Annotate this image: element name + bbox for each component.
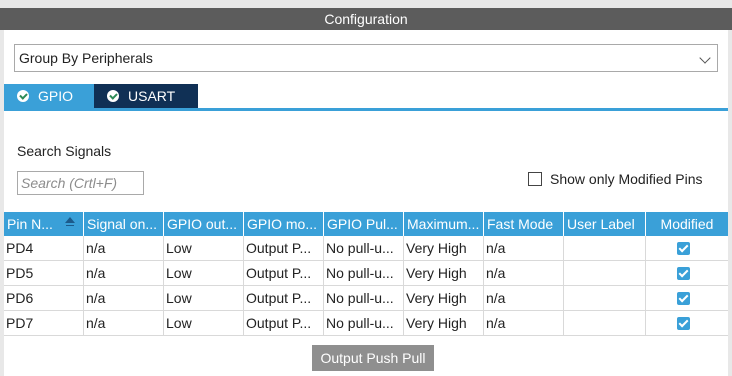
sort-ascending-icon[interactable] — [65, 217, 75, 226]
panel-title: Configuration — [0, 8, 732, 30]
column-header-gpio-pull[interactable]: GPIO Pul... — [324, 212, 404, 236]
search-input[interactable]: Search (Crtl+F) — [17, 171, 144, 195]
cell-signal: n/a — [84, 311, 164, 336]
cell-pin: PD5 — [4, 261, 84, 286]
check-circle-icon — [107, 90, 119, 102]
cell-user-label[interactable] — [564, 236, 646, 261]
cell-fast-mode: n/a — [484, 261, 564, 286]
tab-usart-label: USART — [128, 88, 176, 104]
cell-gpio-output: Low — [164, 286, 244, 311]
table-row[interactable]: PD7 n/a Low Output P... No pull-u... Ver… — [4, 311, 728, 336]
modified-checkbox[interactable] — [677, 292, 690, 305]
cell-fast-mode: n/a — [484, 236, 564, 261]
cell-gpio-pull: No pull-u... — [324, 236, 404, 261]
cell-gpio-pull: No pull-u... — [324, 286, 404, 311]
modified-checkbox[interactable] — [677, 317, 690, 330]
modified-checkbox[interactable] — [677, 242, 690, 255]
check-circle-icon — [17, 90, 29, 102]
cell-pin: PD6 — [4, 286, 84, 311]
cell-gpio-pull: No pull-u... — [324, 311, 404, 336]
search-signals-label: Search Signals — [17, 143, 112, 159]
show-only-modified-checkbox[interactable] — [528, 172, 542, 186]
cell-gpio-mode: Output P... — [244, 286, 324, 311]
chevron-down-icon[interactable] — [699, 52, 711, 64]
window-frame-top — [0, 0, 732, 8]
column-header-gpio-output[interactable]: GPIO out... — [164, 212, 244, 236]
column-header-signal[interactable]: Signal on... — [84, 212, 164, 236]
show-only-modified-label: Show only Modified Pins — [550, 171, 703, 187]
cell-modified — [646, 286, 728, 311]
cell-fast-mode: n/a — [484, 286, 564, 311]
table-row[interactable]: PD6 n/a Low Output P... No pull-u... Ver… — [4, 286, 728, 311]
column-header-pin-label: Pin N... — [7, 216, 53, 232]
group-by-selected: Group By Peripherals — [19, 50, 153, 66]
cell-gpio-pull: No pull-u... — [324, 261, 404, 286]
cell-modified — [646, 311, 728, 336]
cell-gpio-output: Low — [164, 311, 244, 336]
tab-underline — [4, 108, 728, 111]
tab-gpio[interactable]: GPIO — [4, 84, 94, 108]
cell-signal: n/a — [84, 286, 164, 311]
column-header-maximum[interactable]: Maximum... — [404, 212, 484, 236]
tab-usart[interactable]: USART — [94, 84, 198, 108]
group-by-dropdown[interactable]: Group By Peripherals — [14, 44, 718, 72]
cell-signal: n/a — [84, 261, 164, 286]
modified-checkbox[interactable] — [677, 267, 690, 280]
column-header-fast-mode[interactable]: Fast Mode — [484, 212, 564, 236]
column-header-modified[interactable]: Modified — [646, 212, 728, 236]
cell-gpio-output: Low — [164, 236, 244, 261]
table-row[interactable]: PD5 n/a Low Output P... No pull-u... Ver… — [4, 261, 728, 286]
column-header-user-label[interactable]: User Label — [564, 212, 646, 236]
cell-gpio-mode: Output P... — [244, 236, 324, 261]
column-header-gpio-mode[interactable]: GPIO mo... — [244, 212, 324, 236]
column-header-pin[interactable]: Pin N... — [4, 212, 84, 236]
cell-maximum: Very High — [404, 236, 484, 261]
cell-user-label[interactable] — [564, 286, 646, 311]
table-row[interactable]: PD4 n/a Low Output P... No pull-u... Ver… — [4, 236, 728, 261]
cell-gpio-mode: Output P... — [244, 261, 324, 286]
cell-modified — [646, 261, 728, 286]
cell-gpio-mode: Output P... — [244, 311, 324, 336]
cell-user-label[interactable] — [564, 261, 646, 286]
cell-maximum: Very High — [404, 286, 484, 311]
cell-user-label[interactable] — [564, 311, 646, 336]
cell-pin: PD4 — [4, 236, 84, 261]
cell-gpio-output: Low — [164, 261, 244, 286]
cell-modified — [646, 236, 728, 261]
cell-fast-mode: n/a — [484, 311, 564, 336]
cell-pin: PD7 — [4, 311, 84, 336]
cell-maximum: Very High — [404, 261, 484, 286]
tab-gpio-label: GPIO — [38, 88, 74, 104]
cell-maximum: Very High — [404, 311, 484, 336]
window-frame-right — [728, 0, 732, 376]
cell-signal: n/a — [84, 236, 164, 261]
tooltip: Output Push Pull — [312, 345, 434, 371]
